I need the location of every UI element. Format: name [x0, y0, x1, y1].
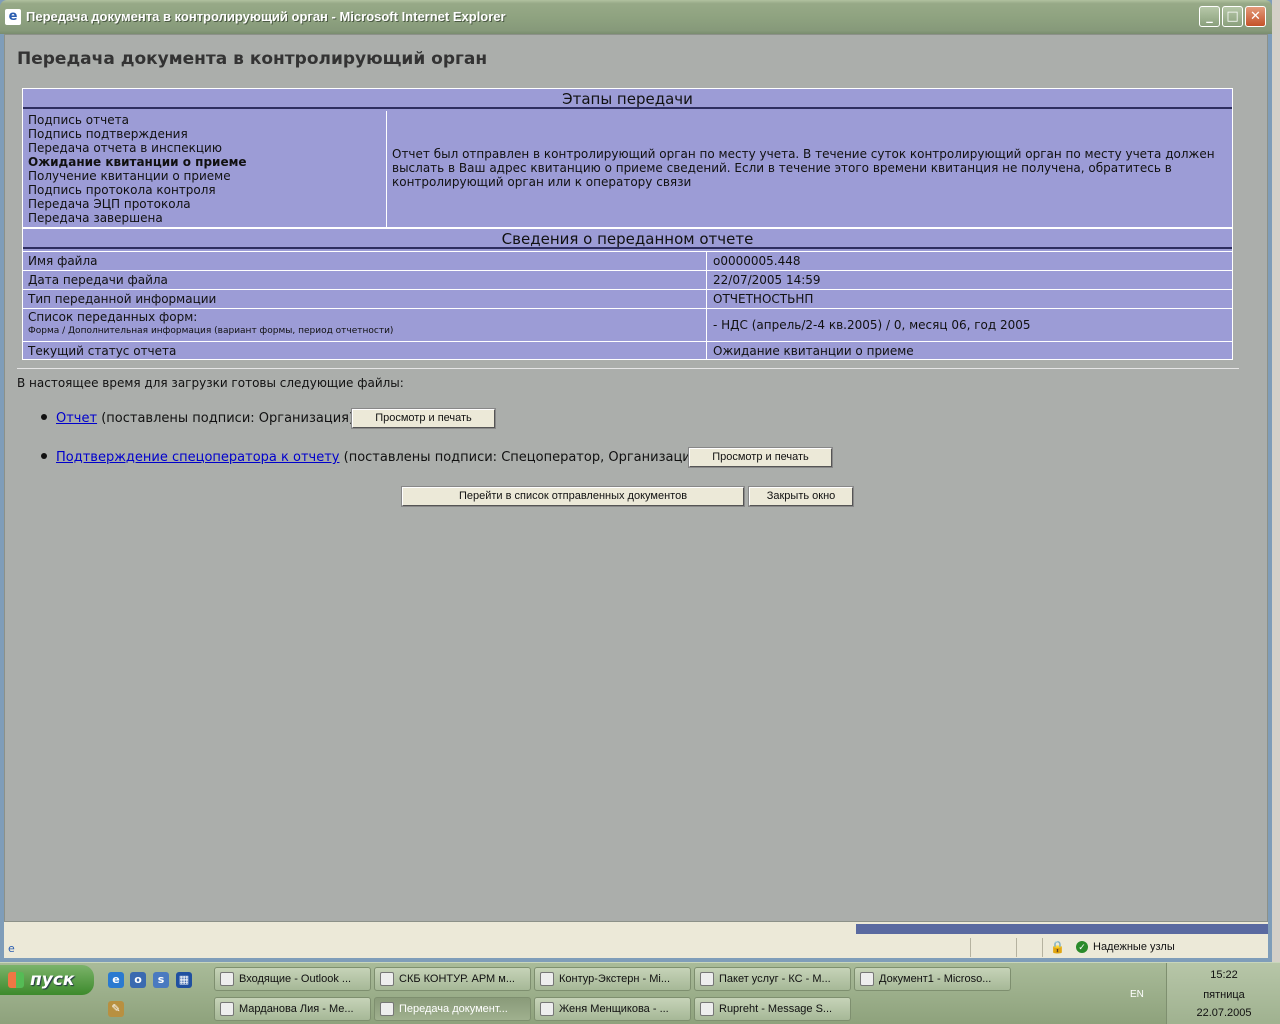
stage-item: Подпись подтверждения — [28, 127, 188, 141]
info-key: Текущий статус отчета — [28, 344, 177, 358]
system-tray: 15:22 пятница 22.07.2005 — [1166, 963, 1280, 1024]
task-kontur-arm[interactable]: СКБ КОНТУР. АРМ м... — [374, 967, 531, 991]
info-value: Ожидание квитанции о приеме — [713, 344, 914, 358]
check-icon: ✓ — [1076, 941, 1088, 953]
stages-header: Этапы передачи — [23, 89, 1232, 109]
ie-icon: e — [5, 9, 21, 25]
messenger-quicklaunch-icon[interactable]: s — [153, 972, 169, 988]
ie-quicklaunch-icon[interactable]: e — [108, 972, 124, 988]
goto-sent-list-button[interactable]: Перейти в список отправленных документов — [401, 486, 745, 507]
close-window-button[interactable]: Закрыть окно — [748, 486, 854, 507]
security-zone[interactable]: ✓ Надежные узлы — [1076, 941, 1175, 953]
taskbar: пуск e o s ▦ ✎ Входящие - Outlook ... СК… — [0, 962, 1280, 1024]
page-icon: e — [8, 942, 15, 955]
info-value: o0000005.448 — [713, 254, 801, 268]
info-value: - НДС (апрель/2-4 кв.2005) / 0, месяц 06… — [713, 318, 1031, 332]
stage-message: Отчет был отправлен в контролирующий орг… — [392, 147, 1215, 189]
status-bar: e 🔒 ✓ Надежные узлы — [4, 922, 1268, 958]
minimize-button[interactable]: _ — [1199, 6, 1220, 27]
progress-strip — [856, 924, 1268, 934]
info-row-status: Текущий статус отчета Ожидание квитанции… — [23, 341, 1232, 359]
lock-icon: 🔒 — [1050, 940, 1065, 954]
info-row-type: Тип переданной информации ОТЧЕТНОСТЬНП — [23, 289, 1232, 308]
clock-date: 22.07.2005 — [1196, 1007, 1252, 1019]
task-paket-uslug[interactable]: Пакет услуг - КС - М... — [694, 967, 851, 991]
stages-panel: Этапы передачи Подпись отчета Подпись по… — [22, 88, 1233, 228]
divider — [17, 368, 1239, 369]
windows-logo-icon — [8, 972, 24, 988]
file-note: (поставлены подписи: Организация) — [101, 411, 355, 426]
bullet-icon — [41, 414, 47, 420]
info-row-date: Дата передачи файла 22/07/2005 14:59 — [23, 270, 1232, 289]
stage-item: Передача завершена — [28, 211, 163, 225]
info-key: Дата передачи файла — [28, 273, 168, 287]
info-row-filename: Имя файла o0000005.448 — [23, 251, 1232, 270]
stage-item: Получение квитанции о приеме — [28, 169, 231, 183]
bullet-icon — [41, 453, 47, 459]
page-title: Передача документа в контролирующий орга… — [17, 49, 488, 69]
report-info-panel: Сведения о переданном отчете Имя файла o… — [22, 228, 1233, 360]
task-menshchikova[interactable]: Женя Менщикова - ... — [534, 997, 691, 1021]
info-key: Имя файла — [28, 254, 98, 268]
language-indicator[interactable]: EN — [1130, 989, 1144, 1000]
view-print-report-button[interactable]: Просмотр и печать — [351, 408, 496, 429]
stage-item: Передача ЭЦП протокола — [28, 197, 191, 211]
stages-list: Подпись отчета Подпись подтверждения Пер… — [23, 111, 387, 227]
info-subkey: Форма / Дополнительная информация (вариа… — [28, 326, 394, 336]
info-value: ОТЧЕТНОСТЬНП — [713, 292, 814, 306]
info-row-forms: Список переданных форм: Форма / Дополнит… — [23, 308, 1232, 341]
close-button[interactable]: ✕ — [1245, 6, 1266, 27]
clock-time[interactable]: 15:22 — [1167, 969, 1280, 981]
stage-item: Подпись отчета — [28, 113, 129, 127]
info-key: Тип переданной информации — [28, 292, 217, 306]
file-item-report: Отчет (поставлены подписи: Организация) — [41, 411, 354, 426]
report-link[interactable]: Отчет — [56, 411, 97, 426]
start-button[interactable]: пуск — [0, 965, 94, 995]
report-info-header: Сведения о переданном отчете — [23, 229, 1232, 249]
desktop-quicklaunch-icon[interactable]: ▦ — [176, 972, 192, 988]
files-intro: В настоящее время для загрузки готовы сл… — [17, 376, 404, 390]
task-outlook[interactable]: Входящие - Outlook ... — [214, 967, 371, 991]
clock-weekday: пятница — [1203, 989, 1245, 1001]
task-mardanova[interactable]: Марданова Лия - Ме... — [214, 997, 371, 1021]
task-document1[interactable]: Документ1 - Microso... — [854, 967, 1011, 991]
side-scroll-edge — [1272, 0, 1280, 962]
browser-window: e Передача документа в контролирующий ор… — [0, 0, 1272, 962]
task-kontur-extern[interactable]: Контур-Экстерн - Mi... — [534, 967, 691, 991]
info-key: Список переданных форм: — [28, 310, 198, 324]
stage-item: Передача отчета в инспекцию — [28, 141, 222, 155]
tool-quicklaunch-icon[interactable]: ✎ — [108, 1001, 124, 1017]
window-title: Передача документа в контролирующий орга… — [26, 9, 506, 24]
file-item-confirmation: Подтверждение спецоператора к отчету (по… — [41, 450, 704, 465]
maximize-button[interactable]: □ — [1222, 6, 1243, 27]
view-print-confirmation-button[interactable]: Просмотр и печать — [688, 447, 833, 468]
confirmation-link[interactable]: Подтверждение спецоператора к отчету — [56, 450, 339, 465]
page-content: Передача документа в контролирующий орга… — [4, 34, 1268, 922]
title-bar[interactable]: e Передача документа в контролирующий ор… — [0, 0, 1272, 34]
info-value: 22/07/2005 14:59 — [713, 273, 821, 287]
stage-item-current: Ожидание квитанции о приеме — [28, 155, 247, 169]
file-note: (поставлены подписи: Спецоператор, Орган… — [343, 450, 704, 465]
stage-item: Подпись протокола контроля — [28, 183, 216, 197]
task-ruprecht[interactable]: Ruprеht - Message S... — [694, 997, 851, 1021]
outlook-quicklaunch-icon[interactable]: o — [130, 972, 146, 988]
task-peredacha-active[interactable]: Передача документ... — [374, 997, 531, 1021]
